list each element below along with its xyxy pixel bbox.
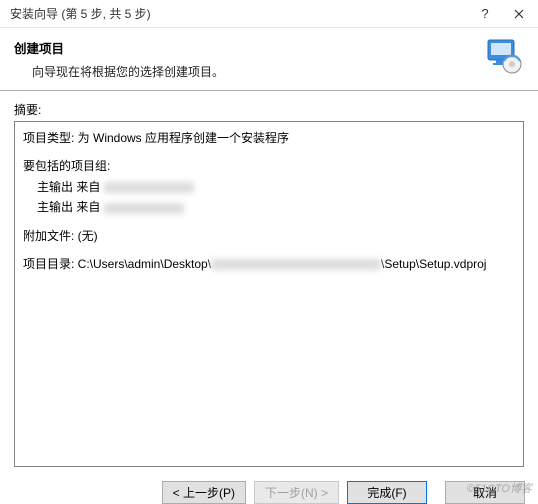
wizard-header: 创建项目 向导现在将根据您的选择创建项目。	[0, 28, 538, 86]
summary-textbox[interactable]: 项目类型: 为 Windows 应用程序创建一个安装程序 要包括的项目组: 主输…	[14, 121, 524, 467]
finish-button[interactable]: 完成(F)	[347, 481, 427, 504]
summary-project-type: 项目类型: 为 Windows 应用程序创建一个安装程序	[23, 128, 515, 148]
back-button[interactable]: < 上一步(P)	[162, 481, 246, 504]
content-area: 摘要: 项目类型: 为 Windows 应用程序创建一个安装程序 要包括的项目组…	[0, 91, 538, 467]
summary-additional-files: 附加文件: (无)	[23, 226, 515, 246]
next-button: 下一步(N) >	[254, 481, 339, 504]
cancel-button[interactable]: 取消	[445, 481, 525, 504]
titlebar: 安装向导 (第 5 步, 共 5 步) ?	[0, 0, 538, 28]
button-row: < 上一步(P) 下一步(N) > 完成(F) 取消	[0, 467, 538, 504]
help-button[interactable]: ?	[468, 2, 502, 26]
close-button[interactable]	[502, 2, 536, 26]
summary-groups-label: 要包括的项目组:	[23, 156, 515, 176]
page-subtitle: 向导现在将根据您的选择创建项目。	[32, 63, 524, 80]
page-heading: 创建项目	[14, 38, 524, 57]
wizard-icon	[484, 36, 524, 76]
summary-group-item: 主输出 来自 xxxxxxxxxx	[23, 177, 515, 197]
summary-label: 摘要:	[14, 101, 524, 118]
summary-project-dir: 项目目录: C:\Users\admin\Desktop\xxxxxxxxxxx…	[23, 254, 515, 274]
summary-group-item: 主输出 来自 xxxxxxxxx	[23, 197, 515, 217]
window-title: 安装向导 (第 5 步, 共 5 步)	[10, 5, 468, 22]
close-icon	[514, 9, 524, 19]
